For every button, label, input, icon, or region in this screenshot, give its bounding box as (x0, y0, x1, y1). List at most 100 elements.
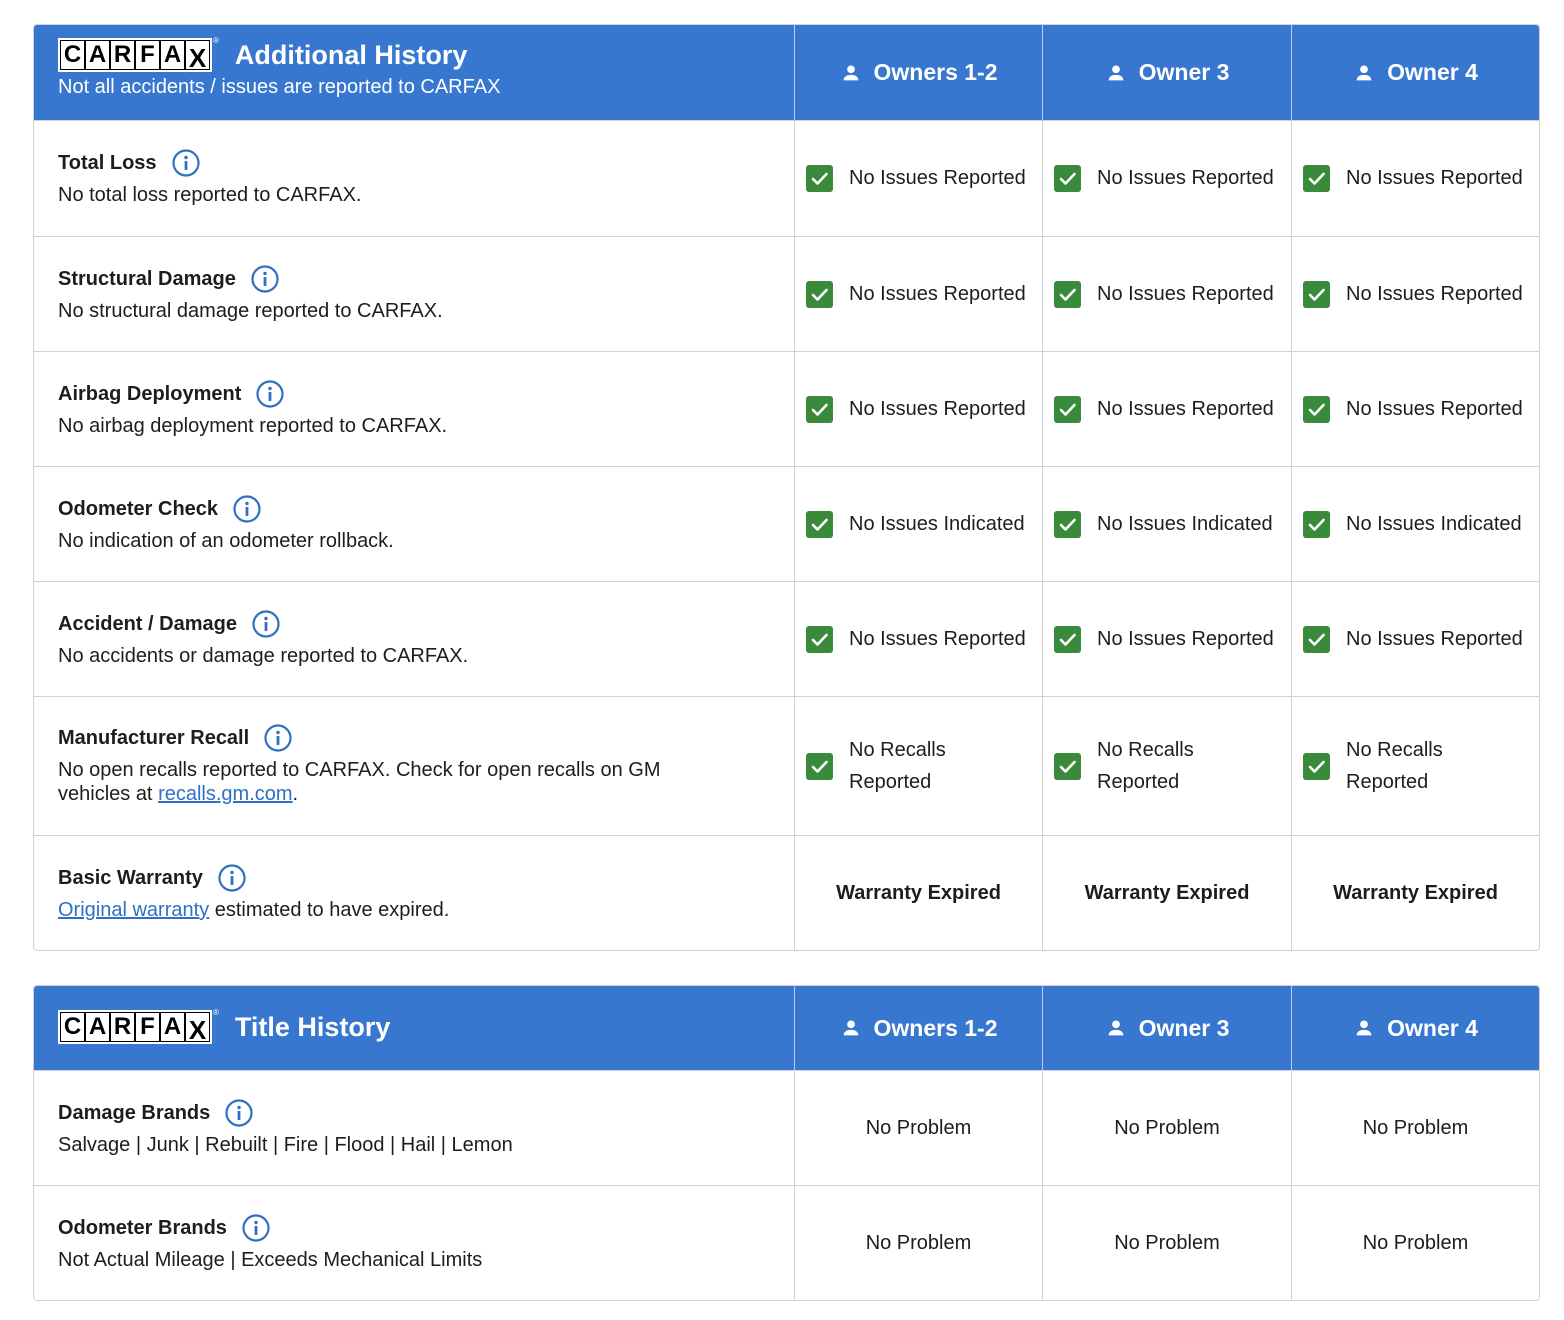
person-icon (840, 62, 862, 84)
status-line: No Recalls (1346, 739, 1443, 761)
row-label-cell: Accident / Damage No accidents or damage… (34, 582, 794, 696)
checkmark-icon (806, 511, 833, 538)
table-row: Manufacturer Recall No open recalls repo… (34, 696, 1539, 835)
row-description: Not Actual Mileage | Exceeds Mechanical … (58, 1249, 483, 1271)
recalls-link[interactable]: recalls.gm.com (158, 783, 292, 805)
owner-label: Owner 3 (1138, 59, 1230, 85)
person-icon (1105, 1017, 1127, 1039)
row-description: No open recalls reported to CARFAX. Chec… (58, 758, 718, 806)
status-line: Reported (1097, 771, 1180, 793)
info-icon[interactable] (242, 1214, 270, 1242)
row-label: Damage Brands (58, 1101, 211, 1124)
status-cell: No Issues Reported (794, 237, 1042, 351)
logo-letter: A (161, 1013, 184, 1041)
checkmark-icon (1054, 396, 1081, 423)
logo-letter: A (161, 41, 184, 69)
row-label: Total Loss (58, 151, 157, 174)
logo-letter: R (111, 41, 134, 69)
status-cell: No Issues Reported (1291, 121, 1539, 236)
info-icon[interactable] (233, 495, 261, 523)
info-icon[interactable] (218, 864, 246, 892)
status-text: No Issues Indicated (1346, 512, 1522, 535)
info-icon[interactable] (251, 265, 279, 293)
logo-letter: A (86, 1013, 109, 1041)
person-icon (1105, 62, 1127, 84)
row-label: Odometer Check (58, 497, 219, 520)
row-label: Odometer Brands (58, 1216, 227, 1239)
row-label: Structural Damage (58, 267, 236, 290)
status-text: No Issues Reported (849, 627, 1026, 650)
status-text: No Issues Reported (1346, 397, 1523, 420)
description-text: . (292, 783, 299, 805)
status-text: No Recalls Reported (1097, 734, 1194, 798)
info-icon[interactable] (225, 1099, 253, 1127)
status-cell: No Problem (1042, 1071, 1291, 1185)
status-cell: No Issues Reported (794, 352, 1042, 466)
logo-letter: X (186, 41, 209, 73)
status-line: Reported (1346, 771, 1429, 793)
status-text: No Issues Reported (1097, 397, 1274, 420)
status-text: No Issues Reported (1346, 627, 1523, 650)
status-cell: No Recalls Reported (1291, 697, 1539, 835)
row-description: Original warranty estimated to have expi… (58, 898, 794, 922)
status-cell: Warranty Expired (794, 836, 1042, 950)
description-text: No open recalls reported to CARFAX. Chec… (58, 759, 661, 805)
owner-label: Owners 1-2 (873, 59, 998, 85)
status-cell: No Issues Reported (1042, 582, 1291, 696)
row-label-cell: Total Loss No total loss reported to CAR… (34, 121, 794, 236)
status-text: Warranty Expired (1333, 881, 1498, 904)
row-label-cell: Odometer Check No indication of an odome… (34, 467, 794, 581)
row-label-cell: Airbag Deployment No airbag deployment r… (34, 352, 794, 466)
row-label-cell: Manufacturer Recall No open recalls repo… (34, 697, 794, 835)
table-row: Basic Warranty Original warranty estimat… (34, 835, 1539, 950)
info-icon[interactable] (264, 724, 292, 752)
status-text: No Recalls Reported (1346, 734, 1443, 798)
logo-letter: R (111, 1013, 134, 1041)
status-cell: No Issues Reported (1042, 121, 1291, 236)
row-description: No total loss reported to CARFAX. (58, 184, 362, 206)
owner-label: Owner 3 (1138, 1014, 1230, 1041)
status-cell: No Issues Reported (1291, 352, 1539, 466)
checkmark-icon (1303, 396, 1330, 423)
table-row: Accident / Damage No accidents or damage… (34, 581, 1539, 696)
status-cell: Warranty Expired (1291, 836, 1539, 950)
status-cell: No Problem (1291, 1186, 1539, 1300)
status-text: No Problem (1114, 1116, 1220, 1139)
status-text: No Problem (1362, 1231, 1469, 1254)
checkmark-icon (1303, 626, 1330, 653)
checkmark-icon (1303, 165, 1330, 192)
carfax-logo: C A R F A X ® (58, 1008, 219, 1045)
logo-letter: F (136, 41, 159, 69)
status-cell: No Issues Reported (794, 121, 1042, 236)
status-text: Warranty Expired (836, 881, 1001, 904)
title-history-header: C A R F A X ® Title History Owners 1-2 O… (34, 986, 1539, 1070)
info-icon[interactable] (252, 610, 280, 638)
checkmark-icon (806, 626, 833, 653)
section-title: Additional History (234, 39, 468, 70)
original-warranty-link[interactable]: Original warranty (58, 899, 209, 921)
info-icon[interactable] (256, 380, 284, 408)
status-cell: No Issues Indicated (1042, 467, 1291, 581)
registered-mark: ® (213, 36, 219, 45)
status-text: No Problem (865, 1231, 972, 1254)
status-text: No Problem (1362, 1116, 1469, 1139)
person-icon (840, 1017, 862, 1039)
status-cell: No Issues Reported (1042, 237, 1291, 351)
carfax-logo: C A R F A X ® (58, 36, 219, 73)
status-cell: Warranty Expired (1042, 836, 1291, 950)
row-label: Manufacturer Recall (58, 726, 250, 749)
row-label-cell: Odometer Brands Not Actual Mileage | Exc… (34, 1186, 794, 1300)
checkmark-icon (1054, 753, 1081, 780)
status-text: No Issues Indicated (849, 512, 1025, 535)
section-title: Title History (234, 1011, 391, 1042)
row-description: No airbag deployment reported to CARFAX. (58, 415, 448, 437)
owner-column-header: Owner 3 (1042, 25, 1291, 120)
info-icon[interactable] (172, 149, 200, 177)
logo-letter: X (186, 1013, 209, 1045)
status-cell: No Recalls Reported (1042, 697, 1291, 835)
table-row: Total Loss No total loss reported to CAR… (34, 120, 1539, 236)
person-icon (1353, 1017, 1375, 1039)
status-line: No Recalls (849, 739, 946, 761)
owner-column-header: Owner 4 (1291, 25, 1539, 120)
row-label: Basic Warranty (58, 866, 203, 889)
